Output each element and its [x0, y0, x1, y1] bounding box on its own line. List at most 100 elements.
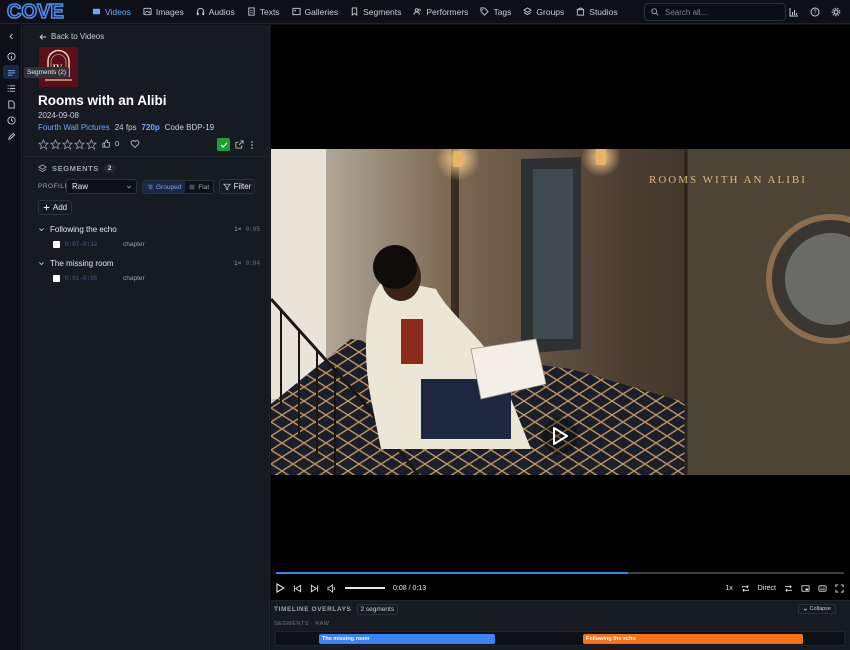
external-link-icon[interactable] [235, 140, 244, 149]
nav-performers[interactable]: Performers [407, 2, 474, 22]
image-icon [143, 7, 152, 16]
segment-group[interactable]: The missing room 1× 0:04 [38, 259, 260, 268]
nav-studios[interactable]: Studios [570, 2, 623, 22]
chevron-down-icon [126, 185, 132, 188]
timeline-count-badge: 2 segments [356, 604, 399, 615]
chevron-down-icon [39, 262, 44, 266]
stats-icon[interactable] [788, 4, 800, 20]
segment-timecode: 0:01–0:05 [65, 275, 98, 282]
star-icon[interactable] [86, 139, 97, 150]
profile-select[interactable]: Raw [66, 179, 137, 194]
nav-tags[interactable]: Tags [474, 2, 517, 22]
playback-speed-button[interactable]: 1x [725, 585, 732, 592]
rail-list-button[interactable] [3, 81, 19, 95]
skip-back-icon [293, 584, 302, 592]
organized-toggle[interactable] [217, 138, 230, 151]
back-to-videos-link[interactable]: Back to Videos [39, 32, 104, 41]
grouped-label: Grouped [156, 183, 182, 191]
segment-track[interactable]: The missing room Following the echo [275, 631, 845, 646]
flat-view-button[interactable]: Flat [185, 181, 213, 193]
segment-checkbox[interactable] [53, 275, 60, 282]
segment-rate: 1× [234, 260, 242, 267]
skip-back-button[interactable] [293, 584, 302, 593]
segment-checkbox[interactable] [53, 241, 60, 248]
main-nav: Videos Images Audios Texts Galleries Seg… [86, 2, 624, 22]
captions-button[interactable] [818, 584, 827, 593]
nav-groups[interactable]: Groups [517, 2, 570, 22]
timeline-heading: TIMELINE OVERLAYS 2 segments [274, 604, 399, 615]
timeline-segment-missing-room[interactable]: The missing room [319, 634, 495, 644]
playback-mode-button[interactable]: Direct [758, 585, 776, 592]
gear-icon[interactable] [830, 4, 842, 20]
scene-panel: Back to Videos IV Rooms with an Alibi 20… [23, 25, 270, 650]
segment-group-name: The missing room [50, 259, 114, 268]
nav-label: Texts [259, 6, 280, 17]
segment-group[interactable]: Following the echo 1× 0:05 [38, 225, 260, 234]
rail-segments-button[interactable] [3, 65, 19, 79]
segment-item[interactable]: 0:01–0:05 chapter [53, 275, 145, 282]
segment-timecode: 0:07–0:12 [65, 241, 98, 248]
flat-label: Flat [198, 183, 210, 191]
mute-button[interactable] [327, 583, 337, 593]
fullscreen-icon [835, 583, 844, 593]
global-search[interactable] [644, 3, 786, 21]
skip-forward-button[interactable] [310, 584, 319, 593]
scene-meta: Fourth Wall Pictures 24 fps 720p Code BD… [38, 123, 214, 132]
nav-audios[interactable]: Audios [190, 2, 241, 22]
filter-button[interactable]: Filter [219, 179, 255, 194]
top-bar: COVE Videos Images Audios Texts Gallerie… [0, 0, 850, 24]
play-overlay-button[interactable] [542, 418, 578, 454]
nav-label: Galleries [304, 6, 339, 17]
play-button[interactable] [276, 583, 285, 593]
nav-texts[interactable]: Texts [241, 2, 286, 22]
search-input[interactable] [665, 7, 775, 17]
segment-item[interactable]: 0:07–0:12 chapter [53, 241, 145, 248]
nav-label: Performers [426, 6, 469, 17]
more-options-icon[interactable] [249, 140, 255, 150]
chevron-down-icon [803, 608, 807, 611]
seek-bar[interactable] [276, 572, 844, 574]
star-icon[interactable] [38, 139, 49, 150]
seek-bar-fill [276, 572, 629, 574]
star-icon[interactable] [74, 139, 85, 150]
nav-images[interactable]: Images [137, 2, 190, 22]
collapse-label: Collapse [809, 606, 831, 612]
collapse-rail-button[interactable] [3, 29, 19, 43]
help-icon[interactable]: ? [809, 4, 821, 20]
nav-segments[interactable]: Segments [344, 2, 407, 22]
rail-history-button[interactable] [3, 113, 19, 127]
volume-slider[interactable] [345, 587, 385, 589]
studio-link[interactable]: Fourth Wall Pictures [38, 123, 110, 132]
segment-duration: 0:04 [245, 260, 260, 267]
star-icon[interactable] [50, 139, 61, 150]
add-segment-button[interactable]: Add [38, 200, 72, 215]
thumbs-up-icon [102, 139, 111, 148]
video-frame[interactable]: ROOMS WITH AN ALIBI [271, 149, 850, 475]
favorite-button[interactable] [130, 139, 140, 149]
timeline-overlays: TIMELINE OVERLAYS 2 segments Collapse SE… [271, 600, 850, 650]
cove-logo[interactable]: COVE [6, 0, 76, 24]
shuffle-button[interactable] [784, 584, 793, 593]
grouped-view-button[interactable]: Grouped [143, 181, 186, 193]
timeline-segment-following-echo[interactable]: Following the echo [583, 634, 803, 644]
nav-label: Studios [589, 6, 618, 17]
rail-file-button[interactable] [3, 97, 19, 111]
loop-button[interactable] [741, 584, 750, 593]
fps-label: 24 fps [114, 123, 137, 132]
divider [23, 156, 270, 157]
nav-label: Tags [493, 6, 512, 17]
rail-info-button[interactable] [3, 49, 19, 63]
collapse-timeline-button[interactable]: Collapse [797, 604, 836, 614]
like-button[interactable]: 0 [102, 139, 119, 148]
pip-button[interactable] [801, 584, 810, 593]
video-player[interactable]: ROOMS WITH AN ALIBI 0:08 / 0:13 1x Direc… [271, 25, 850, 600]
nav-galleries[interactable]: Galleries [286, 2, 345, 22]
profile-value: Raw [72, 182, 89, 191]
rail-edit-button[interactable] [3, 129, 19, 143]
plus-icon [43, 204, 50, 211]
fullscreen-button[interactable] [835, 583, 844, 593]
star-icon[interactable] [62, 139, 73, 150]
resolution-badge: 720p [141, 123, 160, 132]
nav-videos[interactable]: Videos [86, 2, 137, 22]
bookmark-icon [351, 7, 358, 16]
